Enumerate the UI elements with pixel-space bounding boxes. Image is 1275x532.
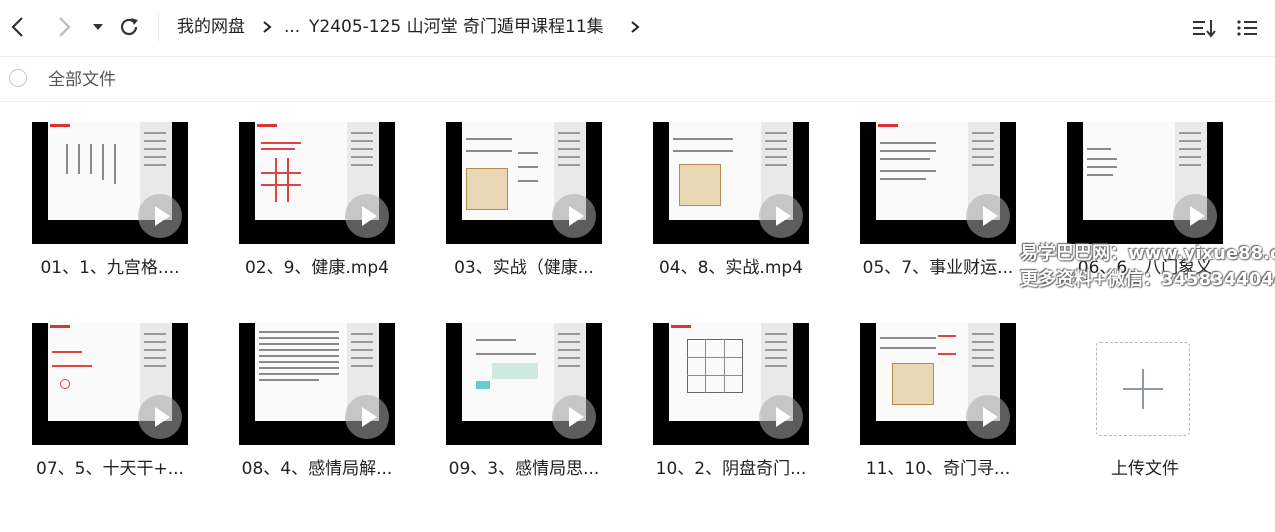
list-view-icon: [1237, 20, 1257, 36]
sort-icon: [1193, 20, 1216, 38]
video-thumbnail: [653, 323, 809, 445]
refresh-button[interactable]: [113, 10, 145, 44]
file-name: 10、2、阴盘奇门...: [655, 459, 807, 479]
caret-down-icon: [93, 24, 103, 30]
file-tile[interactable]: 01、1、九宫格....: [32, 122, 222, 292]
file-tile[interactable]: 02、9、健康.mp4: [239, 122, 429, 292]
file-name: 02、9、健康.mp4: [244, 258, 390, 278]
upload-button[interactable]: [1096, 342, 1190, 436]
file-tile[interactable]: 11、10、奇门寻...: [860, 323, 1050, 493]
toolbar: 我的网盘 ... Y2405-125 山河堂 奇门遁甲课程11集: [0, 0, 1275, 57]
upload-tile[interactable]: 上传文件: [1067, 323, 1257, 493]
play-icon: [138, 194, 182, 238]
play-icon: [966, 395, 1010, 439]
video-thumbnail: [653, 122, 809, 244]
upload-label: 上传文件: [1111, 459, 1179, 479]
play-icon: [1173, 194, 1217, 238]
chevron-right-icon: [263, 21, 272, 33]
file-tile[interactable]: 08、4、感情局解...: [239, 323, 429, 493]
refresh-icon: [120, 18, 138, 36]
breadcrumb-ellipsis[interactable]: ...: [284, 15, 300, 39]
select-all-row: 全部文件: [0, 57, 1275, 102]
file-tile[interactable]: 06、6、八门象义: [1067, 122, 1257, 292]
play-icon: [966, 194, 1010, 238]
breadcrumb-current-folder[interactable]: Y2405-125 山河堂 奇门遁甲课程11集: [309, 15, 604, 39]
file-name: 04、8、实战.mp4: [658, 258, 804, 278]
file-name: 11、10、奇门寻...: [865, 459, 1011, 479]
video-thumbnail: [446, 323, 602, 445]
forward-button[interactable]: [48, 10, 80, 44]
file-tile[interactable]: 05、7、事业财运...: [860, 122, 1050, 292]
play-icon: [759, 395, 803, 439]
file-name: 09、3、感情局思...: [448, 459, 600, 479]
file-tile[interactable]: 04、8、实战.mp4: [653, 122, 843, 292]
sort-button[interactable]: [1190, 14, 1218, 42]
file-name: 05、7、事业财运...: [862, 258, 1014, 278]
play-icon: [759, 194, 803, 238]
file-name: 08、4、感情局解...: [241, 459, 393, 479]
video-thumbnail: [860, 122, 1016, 244]
play-icon: [345, 395, 389, 439]
select-all-checkbox[interactable]: [9, 69, 27, 87]
file-tile[interactable]: 07、5、十天干+...: [32, 323, 222, 493]
play-icon: [552, 194, 596, 238]
video-thumbnail: [860, 323, 1016, 445]
file-tile[interactable]: 10、2、阴盘奇门...: [653, 323, 843, 493]
play-icon: [138, 395, 182, 439]
video-thumbnail: [1067, 122, 1223, 244]
play-icon: [552, 395, 596, 439]
file-tile[interactable]: 09、3、感情局思...: [446, 323, 636, 493]
view-mode-button[interactable]: [1233, 14, 1261, 42]
chevron-left-icon: [11, 17, 23, 37]
video-thumbnail: [32, 122, 188, 244]
history-dropdown-button[interactable]: [83, 10, 113, 44]
chevron-right-icon: [59, 17, 71, 37]
chevron-right-icon: [631, 21, 640, 33]
file-name: 03、实战（健康...: [454, 258, 594, 278]
select-all-label: 全部文件: [48, 70, 116, 90]
play-icon: [345, 194, 389, 238]
watermark-line-1: 易学巴巴网：www.yixue88.cn: [1020, 243, 1275, 264]
watermark-line-2: 更多资料+微信：3458344044: [1020, 269, 1275, 290]
video-thumbnail: [446, 122, 602, 244]
video-thumbnail: [32, 323, 188, 445]
toolbar-divider: [158, 13, 159, 41]
video-thumbnail: [239, 323, 395, 445]
file-tile[interactable]: 03、实战（健康...: [446, 122, 636, 292]
file-name: 07、5、十天干+...: [36, 459, 184, 479]
video-thumbnail: [239, 122, 395, 244]
breadcrumb-root[interactable]: 我的网盘: [177, 15, 245, 39]
back-button[interactable]: [2, 10, 34, 44]
file-name: 01、1、九宫格....: [40, 258, 180, 278]
